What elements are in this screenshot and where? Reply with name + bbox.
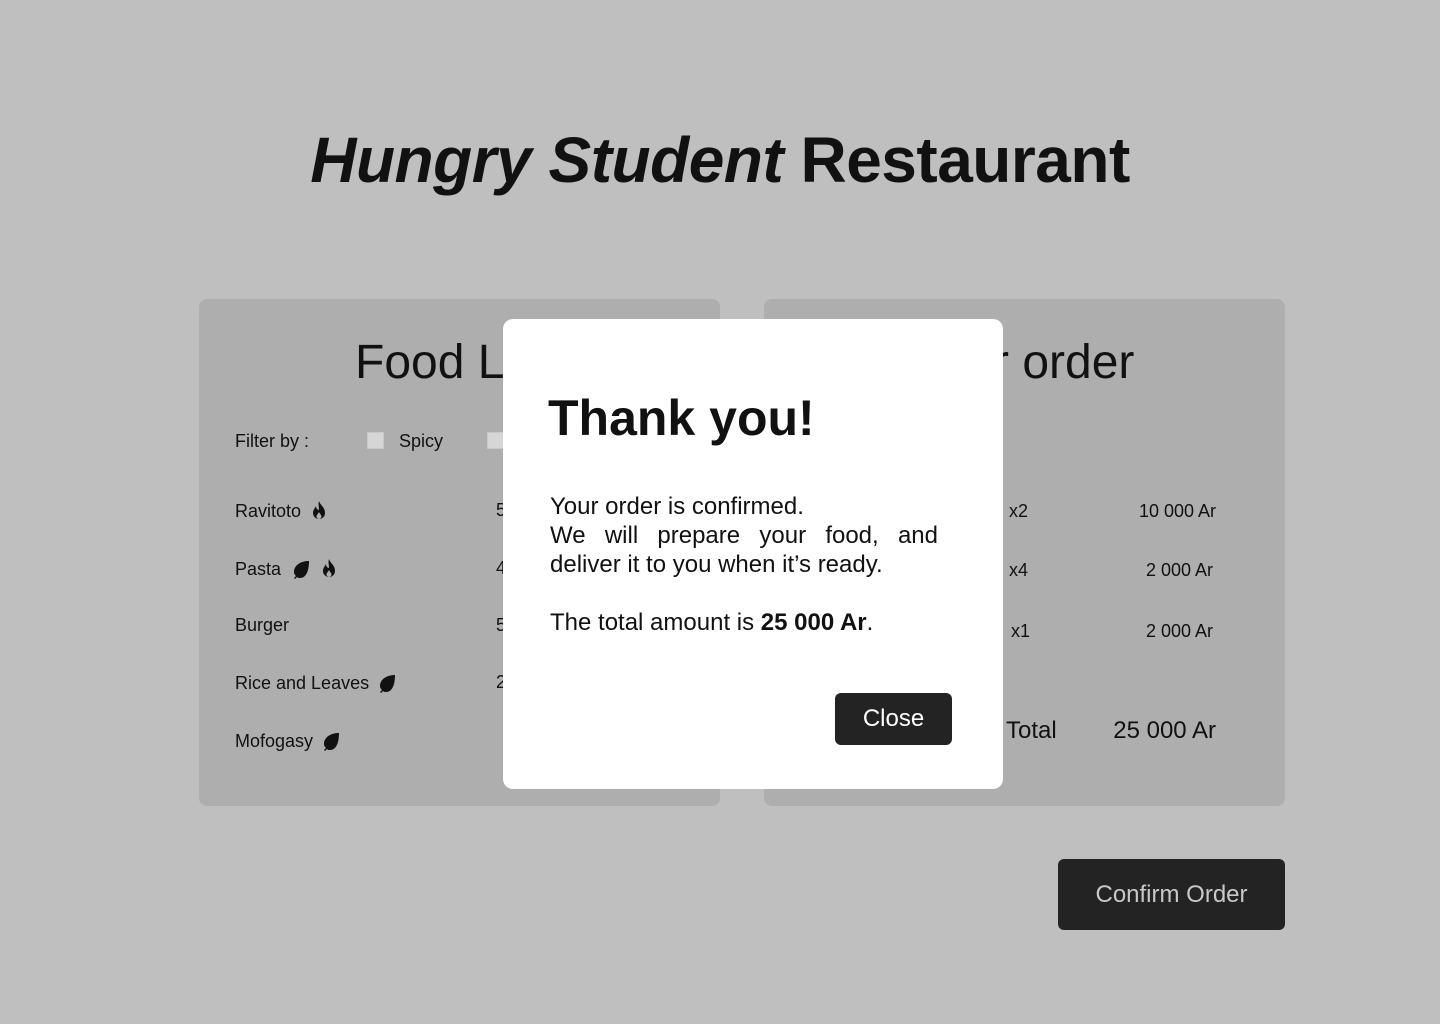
food-item-name-wrap: Ravitoto xyxy=(235,500,329,522)
modal-total-amount: 25 000 Ar xyxy=(760,609,867,636)
order-title-text: r order xyxy=(993,336,1135,389)
food-list-title-text: Food L xyxy=(355,336,505,389)
filter-checkbox-spicy[interactable] xyxy=(367,432,384,449)
food-item-name: Rice and Leaves xyxy=(235,672,370,693)
leaf-icon xyxy=(321,730,341,752)
leaf-icon xyxy=(291,558,311,580)
page-title: Hungry Student Restaurant xyxy=(0,128,1440,192)
filter-checkbox-2[interactable] xyxy=(487,432,504,449)
modal-total-suffix: . xyxy=(866,609,874,636)
food-item-name: Pasta xyxy=(235,558,282,579)
order-price: 2 000 Ar xyxy=(1145,560,1213,580)
food-item-name-wrap: Pasta xyxy=(235,558,339,580)
modal-total-text: The total amount is 25 000 Ar. xyxy=(550,609,873,637)
filter-label: Filter by : xyxy=(235,431,310,451)
title-regular: Restaurant xyxy=(800,124,1130,196)
order-price: 2 000 Ar xyxy=(1145,621,1213,641)
title-italic: Hungry Student xyxy=(310,124,784,196)
confirm-order-button[interactable]: Confirm Order xyxy=(1058,859,1285,930)
order-qty: x4 xyxy=(1009,560,1029,580)
food-item-name-wrap: Burger xyxy=(235,615,289,636)
modal-message-line-2: We will prepare your food, and deliver i… xyxy=(550,522,938,578)
order-price: 10 000 Ar xyxy=(1138,501,1216,521)
total-label: Total xyxy=(1006,717,1057,744)
food-item-name-wrap: Rice and Leaves xyxy=(235,672,397,694)
order-qty: x1 xyxy=(1011,621,1031,641)
total-value: 25 000 Ar xyxy=(1113,717,1216,744)
modal-message: Your order is confirmed. We will prepare… xyxy=(550,492,938,579)
modal-title: Thank you! xyxy=(548,390,815,446)
leaf-icon xyxy=(377,672,397,694)
fire-icon xyxy=(309,500,329,522)
fire-icon xyxy=(319,558,339,580)
modal-message-line-1: Your order is confirmed. xyxy=(550,493,804,520)
food-item-name: Mofogasy xyxy=(235,730,314,751)
food-item-name: Ravitoto xyxy=(235,500,302,521)
order-qty: x2 xyxy=(1009,501,1029,521)
food-item-name: Burger xyxy=(235,615,290,635)
close-button[interactable]: Close xyxy=(835,693,952,745)
modal-total-prefix: The total amount is xyxy=(550,609,761,636)
filter-label-spicy: Spicy xyxy=(399,431,444,451)
food-item-name-wrap: Mofogasy xyxy=(235,730,341,752)
confirmation-modal: Thank you! Your order is confirmed. We w… xyxy=(503,319,1003,789)
